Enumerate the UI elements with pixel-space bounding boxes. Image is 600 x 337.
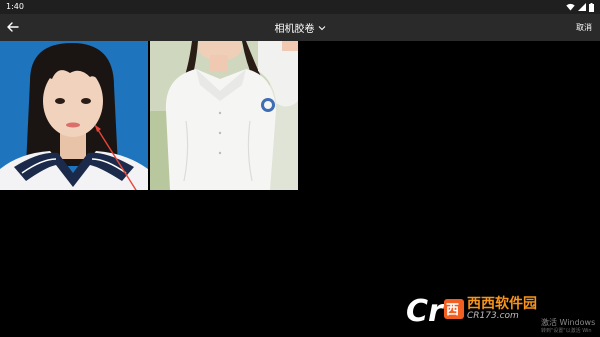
activation-line-2: 转到"设置"以激活 Win (541, 328, 592, 334)
photo-image-2 (150, 41, 298, 190)
photo-image-1 (0, 41, 148, 190)
chevron-down-icon (318, 25, 325, 30)
watermark-domain: CR173.com (467, 311, 519, 321)
status-icons (566, 0, 594, 14)
svg-text:Cr: Cr (406, 294, 445, 329)
status-bar: 1:40 (0, 0, 600, 14)
photo-thumbnail-2[interactable] (150, 41, 298, 190)
watermark-name: 西西软件园 (467, 296, 537, 312)
battery-icon (589, 2, 594, 12)
status-time: 1:40 (6, 2, 24, 11)
page-title: 相机胶卷 (274, 24, 315, 35)
app-bar: 相机胶卷 取消 (0, 14, 600, 41)
signal-icon (578, 3, 586, 11)
activation-line-1: 激活 Windows (541, 318, 596, 327)
wifi-icon (566, 3, 575, 11)
photo-thumbnail-1[interactable] (0, 41, 148, 190)
windows-activation-notice: 激活 Windows 转到"设置"以激活 Win (541, 318, 595, 336)
album-selector[interactable]: 相机胶卷 (0, 14, 600, 41)
svg-text:西: 西 (446, 303, 459, 318)
cancel-button[interactable]: 取消 (576, 14, 592, 41)
